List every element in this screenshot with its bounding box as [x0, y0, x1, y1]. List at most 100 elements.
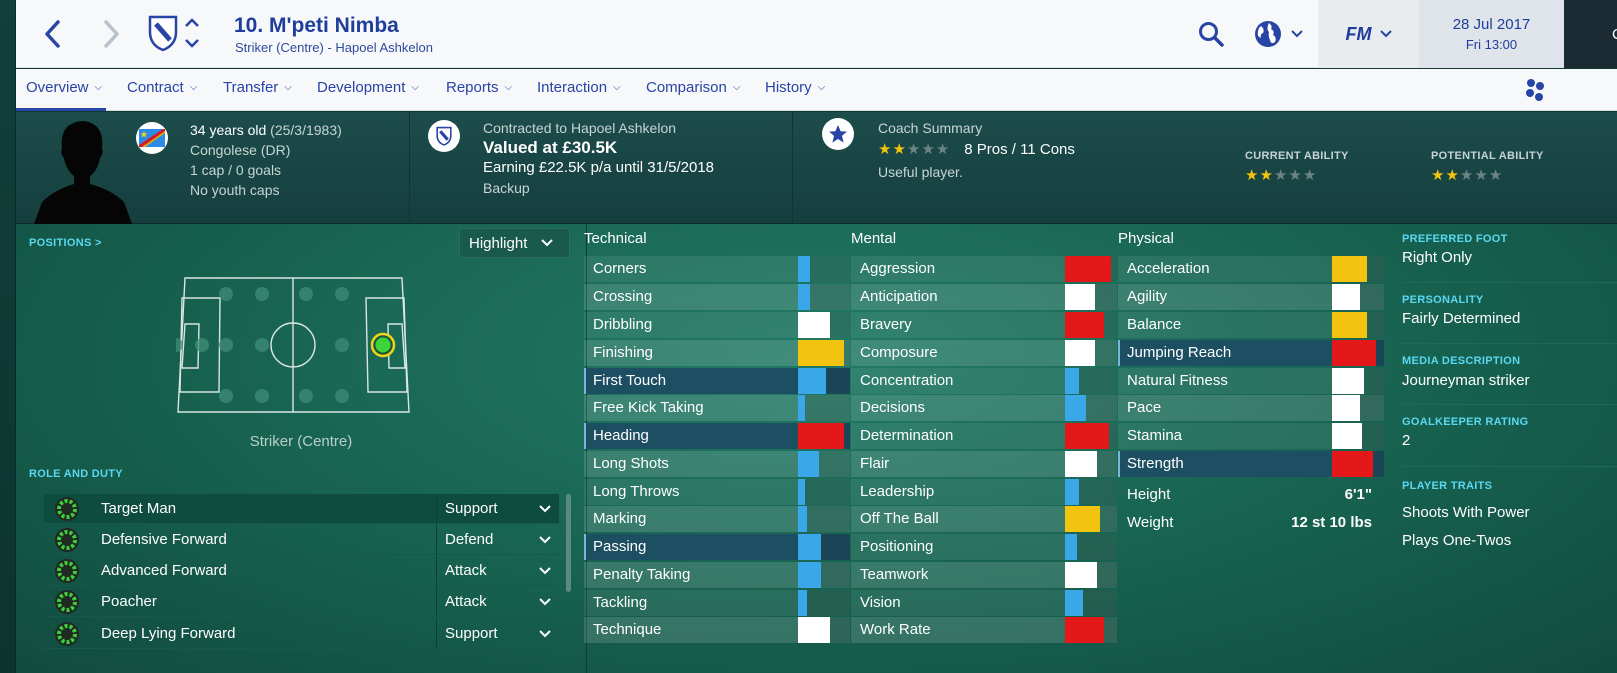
- attribute-row[interactable]: Penalty Taking: [584, 562, 850, 588]
- attribute-row[interactable]: Technique: [584, 617, 850, 643]
- attribute-row[interactable]: Teamwork: [851, 562, 1117, 588]
- forward-button[interactable]: [96, 16, 128, 52]
- attribute-row[interactable]: Jumping Reach: [1118, 340, 1384, 366]
- club-badge-icon[interactable]: [148, 14, 178, 52]
- duty-dropdown[interactable]: Attack: [436, 586, 533, 617]
- attribute-row[interactable]: Pace: [1118, 395, 1384, 421]
- attribute-bar: [1065, 340, 1095, 366]
- tab-interaction[interactable]: Interaction ⌵: [537, 79, 621, 96]
- tab-transfer[interactable]: Transfer ⌵: [223, 79, 292, 96]
- attribute-row[interactable]: First Touch: [584, 368, 850, 394]
- star-badge-icon[interactable]: [822, 118, 854, 150]
- attribute-bar: [1065, 284, 1095, 310]
- tab-comparison[interactable]: Comparison ⌵: [646, 79, 740, 96]
- chevron-down-icon: ⌵: [411, 82, 419, 93]
- attribute-row[interactable]: Crossing: [584, 284, 850, 310]
- game-date[interactable]: 28 Jul 2017 Fri 13:00: [1419, 0, 1564, 68]
- attribute-row[interactable]: Tackling: [584, 590, 850, 616]
- attribute-name: Composure: [860, 344, 938, 361]
- attribute-row[interactable]: Stamina: [1118, 423, 1384, 449]
- role-and-duty-label: ROLE AND DUTY: [29, 468, 123, 480]
- attribute-row[interactable]: Positioning: [851, 534, 1117, 560]
- attribute-row[interactable]: Free Kick Taking: [584, 395, 850, 421]
- attribute-row[interactable]: Flair: [851, 451, 1117, 477]
- attribute-row[interactable]: Corners: [584, 256, 850, 282]
- player-subtitle[interactable]: Striker (Centre) - Hapoel Ashkelon: [235, 40, 433, 55]
- highlight-dropdown[interactable]: Highlight: [459, 228, 570, 258]
- chevron-down-icon[interactable]: [533, 535, 557, 544]
- attribute-row[interactable]: Concentration: [851, 368, 1117, 394]
- attribute-name: Aggression: [860, 260, 936, 277]
- preferred-foot-label: PREFERRED FOOT: [1402, 233, 1508, 245]
- role-row[interactable]: Poacher Attack: [44, 586, 559, 617]
- duty-dropdown[interactable]: Attack: [436, 555, 533, 586]
- attribute-row[interactable]: Natural Fitness: [1118, 368, 1384, 394]
- tab-history[interactable]: History ⌵: [765, 79, 825, 96]
- attribute-row[interactable]: Passing: [584, 534, 850, 560]
- attribute-row[interactable]: Decisions: [851, 395, 1117, 421]
- tab-development[interactable]: Development ⌵: [317, 79, 419, 96]
- attribute-row[interactable]: Composure: [851, 340, 1117, 366]
- attribute-row[interactable]: Work Rate: [851, 617, 1117, 643]
- attribute-row[interactable]: Marking: [584, 506, 850, 532]
- weight-value: 12 st 10 lbs: [1291, 514, 1372, 531]
- positions-link[interactable]: POSITIONS >: [29, 237, 102, 249]
- pros-cons[interactable]: 8 Pros / 11 Cons: [964, 140, 1075, 160]
- duty-label: Defend: [445, 531, 494, 548]
- chevron-down-icon: [541, 239, 554, 247]
- nationality-flag-icon[interactable]: [136, 122, 168, 154]
- attribute-row[interactable]: Leadership: [851, 479, 1117, 505]
- tab-overview[interactable]: Overview ⌵: [15, 79, 107, 111]
- attribute-name: Penalty Taking: [593, 566, 691, 583]
- role-row[interactable]: Advanced Forward Attack: [44, 555, 559, 586]
- player-trait[interactable]: Plays One-Twos: [1402, 532, 1511, 549]
- duty-dropdown[interactable]: Defend: [436, 524, 533, 555]
- role-list-scrollbar[interactable]: [566, 494, 571, 592]
- world-menu-button[interactable]: [1248, 14, 1308, 54]
- duty-label: Support: [445, 500, 498, 517]
- contracted-to[interactable]: Contracted to Hapoel Ashkelon: [483, 118, 714, 138]
- attribute-bar: [1332, 368, 1364, 394]
- duty-dropdown[interactable]: Support: [436, 618, 533, 649]
- duty-dropdown[interactable]: Support: [436, 493, 533, 524]
- chevron-down-icon[interactable]: [533, 504, 557, 513]
- attribute-name: Long Throws: [593, 483, 680, 500]
- chevron-down-icon[interactable]: [533, 629, 557, 638]
- attribute-bar: [1332, 395, 1360, 421]
- attribute-row[interactable]: Strength: [1118, 451, 1384, 477]
- tab-contract[interactable]: Contract ⌵: [127, 79, 197, 96]
- chevron-down-icon[interactable]: [533, 566, 557, 575]
- attribute-row[interactable]: Bravery: [851, 312, 1117, 338]
- attribute-row[interactable]: Determination: [851, 423, 1117, 449]
- continue-button[interactable]: Co: [1564, 0, 1617, 68]
- attribute-row[interactable]: Agility: [1118, 284, 1384, 310]
- role-row[interactable]: Deep Lying Forward Support: [44, 618, 559, 649]
- attribute-row[interactable]: Anticipation: [851, 284, 1117, 310]
- role-row[interactable]: Target Man Support: [44, 493, 559, 524]
- club-badge-icon[interactable]: [428, 120, 460, 152]
- attribute-row[interactable]: Dribbling: [584, 312, 850, 338]
- attribute-row[interactable]: Balance: [1118, 312, 1384, 338]
- attribute-row[interactable]: Long Throws: [584, 479, 850, 505]
- attribute-name: Agility: [1127, 288, 1168, 305]
- attribute-row[interactable]: Finishing: [584, 340, 850, 366]
- attribute-row[interactable]: Vision: [851, 590, 1117, 616]
- top-bar: 10. M'peti Nimba Striker (Centre) - Hapo…: [16, 0, 1617, 68]
- role-row[interactable]: Defensive Forward Defend: [44, 524, 559, 555]
- staff-icon[interactable]: [1522, 77, 1548, 103]
- back-button[interactable]: [36, 16, 68, 52]
- duty-label: Attack: [445, 593, 487, 610]
- player-switcher[interactable]: [180, 14, 204, 52]
- attribute-name: Acceleration: [1127, 260, 1210, 277]
- attribute-name: Marking: [593, 510, 647, 527]
- player-trait[interactable]: Shoots With Power: [1402, 504, 1530, 521]
- search-button[interactable]: [1194, 14, 1228, 54]
- attribute-row[interactable]: Aggression: [851, 256, 1117, 282]
- attribute-row[interactable]: Acceleration: [1118, 256, 1384, 282]
- attribute-row[interactable]: Heading: [584, 423, 850, 449]
- attribute-row[interactable]: Off The Ball: [851, 506, 1117, 532]
- attribute-row[interactable]: Long Shots: [584, 451, 850, 477]
- tab-reports[interactable]: Reports ⌵: [446, 79, 512, 96]
- fm-menu-button[interactable]: FM: [1318, 0, 1419, 68]
- chevron-down-icon[interactable]: [533, 597, 557, 606]
